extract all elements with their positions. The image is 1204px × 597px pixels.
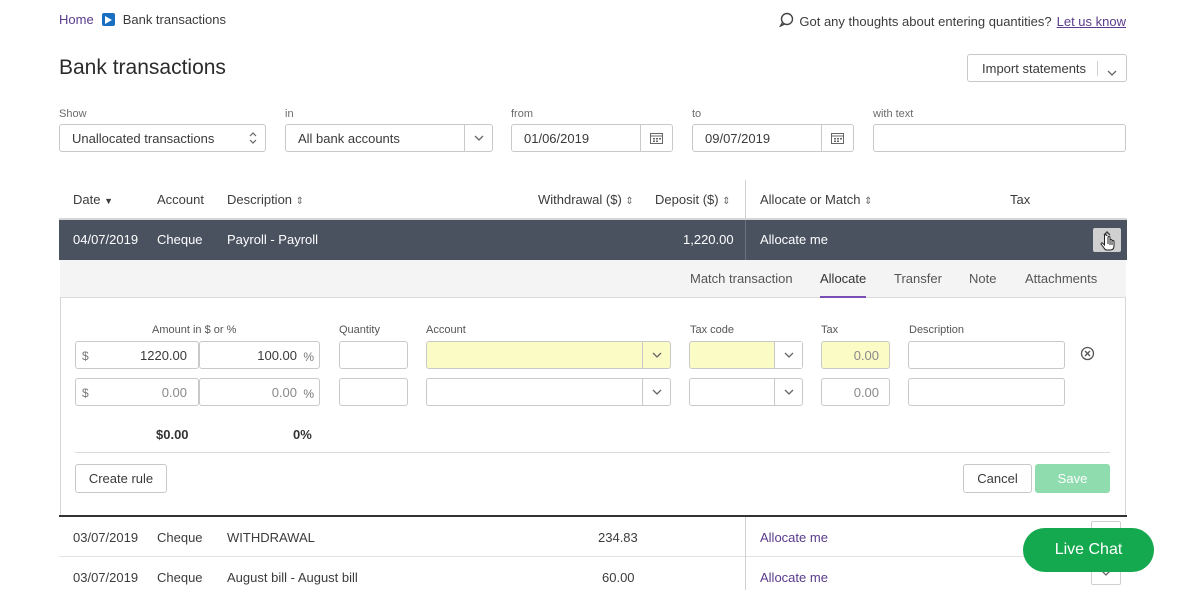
- quantity-input[interactable]: [339, 341, 408, 369]
- play-icon: [101, 13, 115, 26]
- calendar-icon[interactable]: [821, 125, 853, 151]
- calendar-icon[interactable]: [640, 125, 672, 151]
- allocate-column-header[interactable]: Allocate or Match ⇕: [760, 192, 872, 207]
- with-text-label: with text: [873, 108, 914, 120]
- taxcode-select[interactable]: [689, 378, 803, 406]
- to-date-input[interactable]: 09/07/2019: [692, 124, 854, 152]
- row-deposit: 1,220.00: [683, 232, 734, 247]
- taxcode-select[interactable]: [689, 341, 803, 369]
- cancel-button[interactable]: Cancel: [963, 464, 1032, 493]
- feedback-question: Got any thoughts about entering quantiti…: [799, 13, 1052, 29]
- tab-match-transaction[interactable]: Match transaction: [690, 271, 793, 286]
- chevron-down-icon[interactable]: [642, 379, 670, 405]
- page-title: Bank transactions: [59, 56, 226, 79]
- allocation-tabs: Match transaction Allocate Transfer Note…: [60, 260, 1126, 298]
- hand-cursor-icon: [1100, 231, 1115, 251]
- save-button[interactable]: Save: [1035, 464, 1110, 493]
- from-date-value: 01/06/2019: [524, 130, 590, 146]
- to-label: to: [692, 108, 702, 120]
- account-select[interactable]: [426, 378, 671, 406]
- chevron-down-icon[interactable]: [774, 342, 802, 368]
- column-divider: [745, 180, 746, 220]
- feedback-banner: Got any thoughts about entering quantiti…: [779, 12, 1126, 30]
- bank-account-value: All bank accounts: [298, 130, 400, 146]
- to-date-value: 09/07/2019: [705, 130, 771, 146]
- tab-note[interactable]: Note: [969, 271, 996, 286]
- chevron-down-icon[interactable]: [774, 379, 802, 405]
- withdrawal-column-header[interactable]: Withdrawal ($) ⇕: [538, 192, 634, 207]
- chevron-down-icon[interactable]: [642, 342, 670, 368]
- amount-total: $0.00: [156, 427, 189, 442]
- quantity-input[interactable]: [339, 378, 408, 406]
- row-description: Payroll - Payroll: [227, 232, 319, 247]
- show-label: Show: [59, 108, 87, 120]
- row-account: Cheque: [157, 232, 203, 247]
- account-column-label: Account: [426, 324, 466, 336]
- tab-transfer[interactable]: Transfer: [894, 271, 942, 286]
- description-input[interactable]: [908, 378, 1065, 406]
- sort-arrows-icon: [249, 131, 257, 148]
- table-row[interactable]: 03/07/2019 Cheque August bill - August b…: [59, 557, 1127, 597]
- selected-transaction-row[interactable]: 04/07/2019 Cheque Payroll - Payroll 1,22…: [59, 220, 1127, 260]
- percent-input[interactable]: 100.00 %: [199, 341, 320, 369]
- tax-input[interactable]: 0.00: [821, 341, 890, 369]
- from-label: from: [511, 108, 533, 120]
- breadcrumb: Home Bank transactions: [59, 12, 226, 27]
- from-date-input[interactable]: 01/06/2019: [511, 124, 673, 152]
- live-chat-button[interactable]: Live Chat: [1023, 528, 1154, 572]
- amount-column-label: Amount in $ or %: [152, 324, 237, 336]
- tax-input[interactable]: 0.00: [821, 378, 890, 406]
- show-select-value: Unallocated transactions: [72, 130, 215, 146]
- chevron-down-icon[interactable]: [464, 125, 492, 151]
- description-column-header[interactable]: Description ⇕: [227, 192, 304, 207]
- deposit-column-header[interactable]: Deposit ($) ⇕: [655, 192, 731, 207]
- taxcode-column-label: Tax code: [690, 324, 735, 336]
- chevron-down-icon[interactable]: [1107, 64, 1117, 79]
- account-column-header: Account: [157, 192, 204, 207]
- row-allocate-status: Allocate me: [760, 232, 828, 247]
- date-column-header[interactable]: Date ▼: [73, 192, 113, 207]
- table-header: Date ▼ Account Description ⇕ Withdrawal …: [59, 188, 1127, 220]
- remove-line-icon[interactable]: [1080, 346, 1095, 364]
- amount-input[interactable]: $ 1220.00: [75, 341, 199, 369]
- description-input[interactable]: [908, 341, 1065, 369]
- description-column-label: Description: [909, 324, 965, 336]
- speech-bubble-icon: [779, 12, 794, 30]
- tab-attachments[interactable]: Attachments: [1025, 271, 1097, 286]
- with-text-input[interactable]: [873, 124, 1126, 152]
- table-row[interactable]: 03/07/2019 Cheque WITHDRAWAL 234.83 Allo…: [59, 517, 1127, 557]
- percent-total: 0%: [293, 427, 312, 442]
- percent-input[interactable]: 0.00 %: [199, 378, 320, 406]
- create-rule-button[interactable]: Create rule: [75, 464, 167, 493]
- allocate-me-link[interactable]: Allocate me: [760, 530, 828, 545]
- show-select[interactable]: Unallocated transactions: [59, 124, 266, 152]
- breadcrumb-home-link[interactable]: Home: [59, 12, 94, 27]
- tax-column-header: Tax: [1010, 192, 1031, 207]
- tab-allocate[interactable]: Allocate: [820, 271, 867, 298]
- amount-input[interactable]: $ 0.00: [75, 378, 199, 406]
- divider: [75, 452, 1110, 453]
- collapse-row-button[interactable]: [1093, 228, 1121, 252]
- let-us-know-link[interactable]: Let us know: [1057, 14, 1126, 29]
- account-select[interactable]: [426, 341, 671, 369]
- tax-column-label: Tax: [821, 324, 839, 336]
- import-statements-button[interactable]: Import statements: [967, 54, 1127, 82]
- breadcrumb-current: Bank transactions: [122, 12, 227, 27]
- quantity-column-label: Quantity: [339, 324, 380, 336]
- column-divider: [745, 220, 746, 260]
- in-label: in: [285, 108, 294, 120]
- row-date: 04/07/2019: [73, 232, 139, 247]
- import-statements-label: Import statements: [982, 60, 1087, 76]
- allocate-me-link[interactable]: Allocate me: [760, 570, 828, 585]
- bank-account-select[interactable]: All bank accounts: [285, 124, 493, 152]
